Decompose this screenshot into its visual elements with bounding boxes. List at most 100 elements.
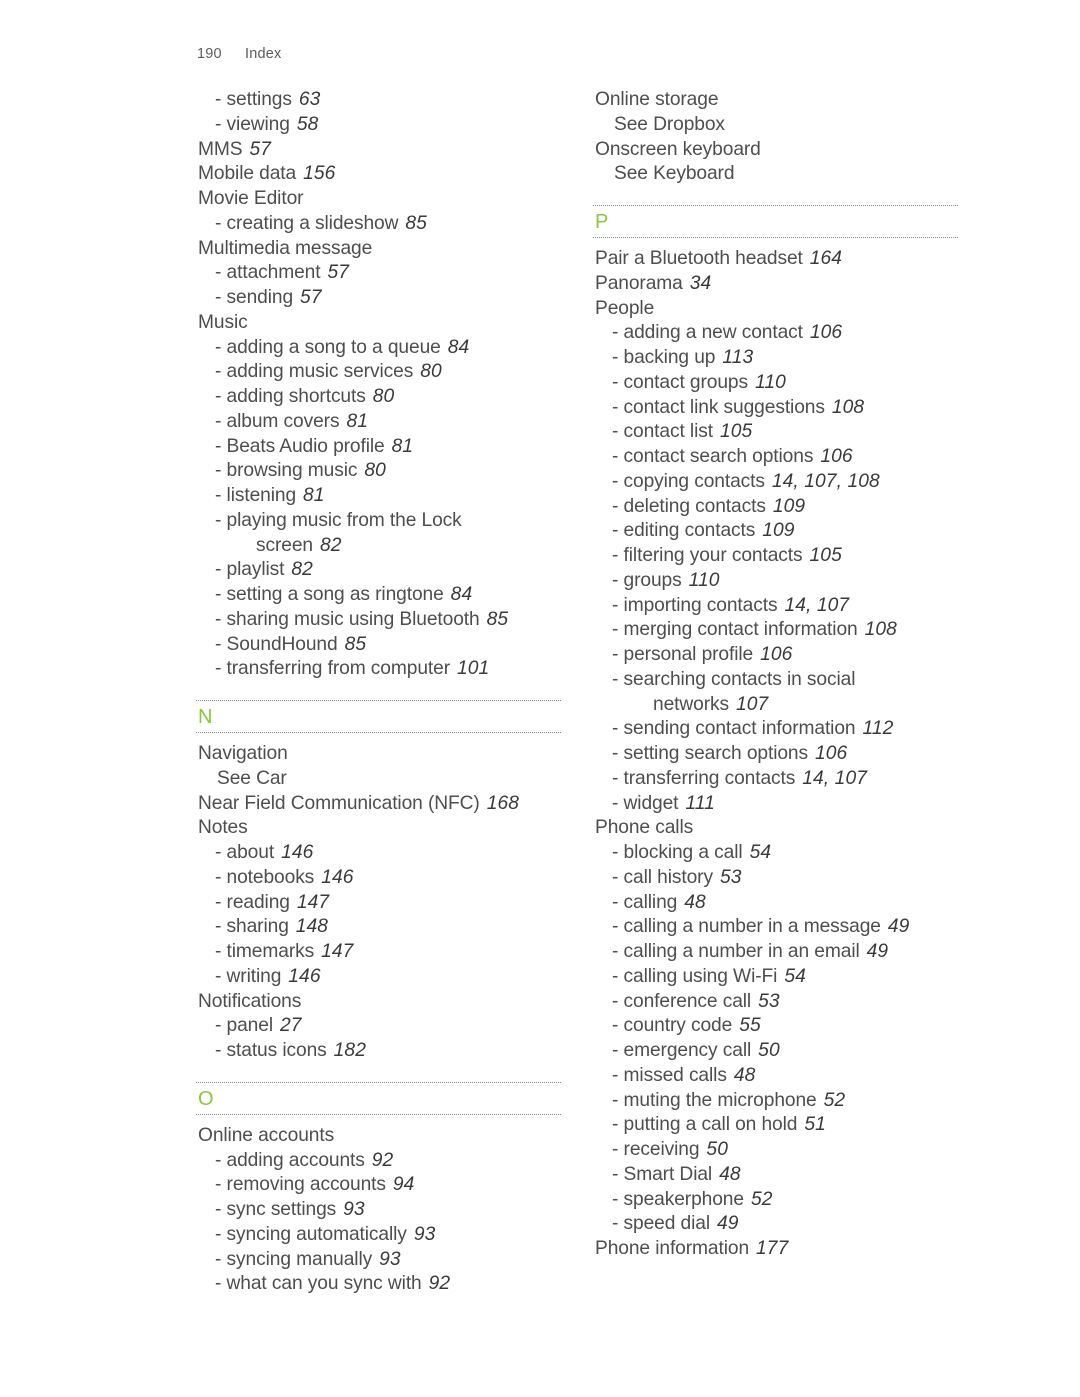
entry-page-numbers: 148 [295, 916, 329, 938]
index-entry: - setting a song as ringtone 84 [196, 583, 561, 608]
entry-term: MMS [198, 138, 243, 160]
index-entry: - what can you sync with 92 [196, 1272, 561, 1297]
entry-page-numbers: 110 [755, 371, 786, 393]
entry-page-numbers: 146 [281, 842, 314, 863]
index-entry: - browsing music 80 [196, 459, 561, 484]
index-entry: - calling using Wi-Fi 54 [593, 965, 958, 990]
index-column-left: - settings 63 - viewing 58 MMS 57 Mobile data 1… [196, 88, 561, 1297]
entry-term: muting the microphone [623, 1089, 817, 1111]
entry-dash: - [215, 842, 222, 863]
entry-term: Notifications [198, 990, 302, 1012]
index-entry: - personal profile 106 [593, 643, 958, 668]
entry-dash: - [612, 446, 619, 467]
entry-term: Multimedia message [198, 237, 373, 259]
entry-page-numbers: 105 [719, 421, 753, 443]
index-entry: - calling a number in an email 49 [593, 940, 958, 965]
entry-page-numbers: 106 [815, 743, 848, 764]
index-entry: Music [196, 311, 561, 336]
index-entry: - putting a call on hold 51 [593, 1113, 958, 1138]
index-entry: See Keyboard [593, 162, 958, 187]
entry-page-numbers: 101 [457, 658, 490, 680]
entry-term: editing contacts [623, 520, 756, 542]
entry-page-numbers: 34 [689, 272, 712, 294]
entry-page-numbers: 108 [864, 619, 897, 641]
entry-page-numbers: 52 [823, 1089, 846, 1111]
entry-dash: - [215, 1174, 222, 1196]
entry-dash: - [215, 287, 222, 308]
entry-page-numbers: 50 [706, 1139, 728, 1160]
entry-term: album covers [226, 410, 340, 432]
index-entry: Panorama 34 [593, 272, 958, 297]
index-entry: - Beats Audio profile 81 [196, 435, 561, 460]
entry-term: copying contacts [623, 470, 765, 492]
index-entry: - emergency call 50 [593, 1039, 958, 1064]
index-entry: - playlist 82 [196, 558, 561, 583]
entry-term: personal profile [623, 644, 754, 665]
index-entry: - country code 55 [593, 1014, 958, 1039]
entry-term: sync settings [226, 1199, 337, 1220]
entry-page-numbers: 58 [296, 113, 319, 135]
index-entry: - setting search options 106 [593, 742, 958, 767]
entry-page-numbers: 14, 107, 108 [771, 470, 880, 492]
index-entry: - status icons 182 [196, 1039, 561, 1064]
entry-dash: - [215, 113, 222, 135]
entry-term: Pair a Bluetooth headset [595, 248, 803, 269]
entry-term: notebooks [226, 866, 315, 888]
index-entry: Multimedia message [196, 237, 561, 262]
entry-page-numbers: 147 [321, 941, 354, 962]
entry-term: reading [226, 891, 290, 913]
entry-dash: - [215, 916, 222, 938]
entry-term: contact groups [623, 371, 749, 393]
entry-term: calling a number in a message [623, 916, 881, 938]
index-entry: - filtering your contacts 105 [593, 544, 958, 569]
entry-page-numbers: 168 [486, 792, 520, 814]
index-entry: - settings 63 [196, 88, 561, 113]
entry-page-numbers: 182 [333, 1040, 366, 1061]
entry-term: filtering your contacts [623, 545, 803, 566]
entry-term: Online storage [595, 89, 719, 110]
entry-term: transferring from computer [226, 658, 451, 680]
entry-dash: - [612, 743, 619, 764]
entry-term: attachment [226, 262, 321, 284]
entry-page-numbers: 54 [749, 842, 772, 863]
entry-dash: - [612, 421, 619, 443]
entry-term: what can you sync with [226, 1273, 422, 1295]
index-entry: - viewing 58 [196, 113, 561, 138]
index-entry: - calling a number in a message 49 [593, 915, 958, 940]
entry-dash: - [612, 1015, 619, 1037]
entry-dash: - [612, 495, 619, 517]
entry-term: blocking a call [623, 842, 743, 863]
index-entry: - copying contacts 14, 107, 108 [593, 470, 958, 495]
entry-page-numbers: 14, 107 [784, 594, 850, 616]
entry-dash: - [612, 891, 619, 913]
entry-page-numbers: 93 [343, 1199, 365, 1220]
entry-page-numbers: 48 [684, 891, 706, 913]
entry-term: adding a song to a queue [226, 336, 441, 358]
index-entry: - receiving 50 [593, 1138, 958, 1163]
entry-dash: - [612, 644, 619, 665]
entry-dash: - [612, 941, 619, 962]
entry-page-numbers: 84 [450, 584, 473, 605]
entry-term: Movie Editor [198, 188, 304, 209]
entry-page-numbers: 50 [758, 1040, 780, 1061]
entry-term: See Dropbox [614, 113, 725, 135]
index-entry: Phone information 177 [593, 1237, 958, 1262]
entry-page-numbers: 48 [733, 1064, 756, 1086]
entry-page-numbers: 85 [405, 212, 427, 234]
entry-page-numbers: 81 [346, 410, 368, 432]
index-entry: networks 107 [593, 693, 958, 718]
index-entry: - writing 146 [196, 965, 561, 990]
index-entry: Pair a Bluetooth headset 164 [593, 247, 958, 272]
entry-dash: - [612, 322, 619, 344]
entry-page-numbers: 80 [372, 386, 395, 407]
entry-page-numbers: 164 [809, 248, 843, 269]
entry-term: syncing manually [226, 1248, 373, 1270]
index-entry: Mobile data 156 [196, 162, 561, 187]
entry-term: Smart Dial [623, 1163, 713, 1185]
entry-dash: - [612, 594, 619, 616]
index-entry-group: Online accounts - adding accounts 92- remo… [196, 1124, 561, 1297]
index-entry: - muting the microphone 52 [593, 1089, 958, 1114]
entry-term: See Car [217, 767, 287, 789]
entry-term: groups [623, 569, 682, 591]
index-entry-group: Pair a Bluetooth headset 164 Panorama 34 Peo… [593, 247, 958, 1262]
